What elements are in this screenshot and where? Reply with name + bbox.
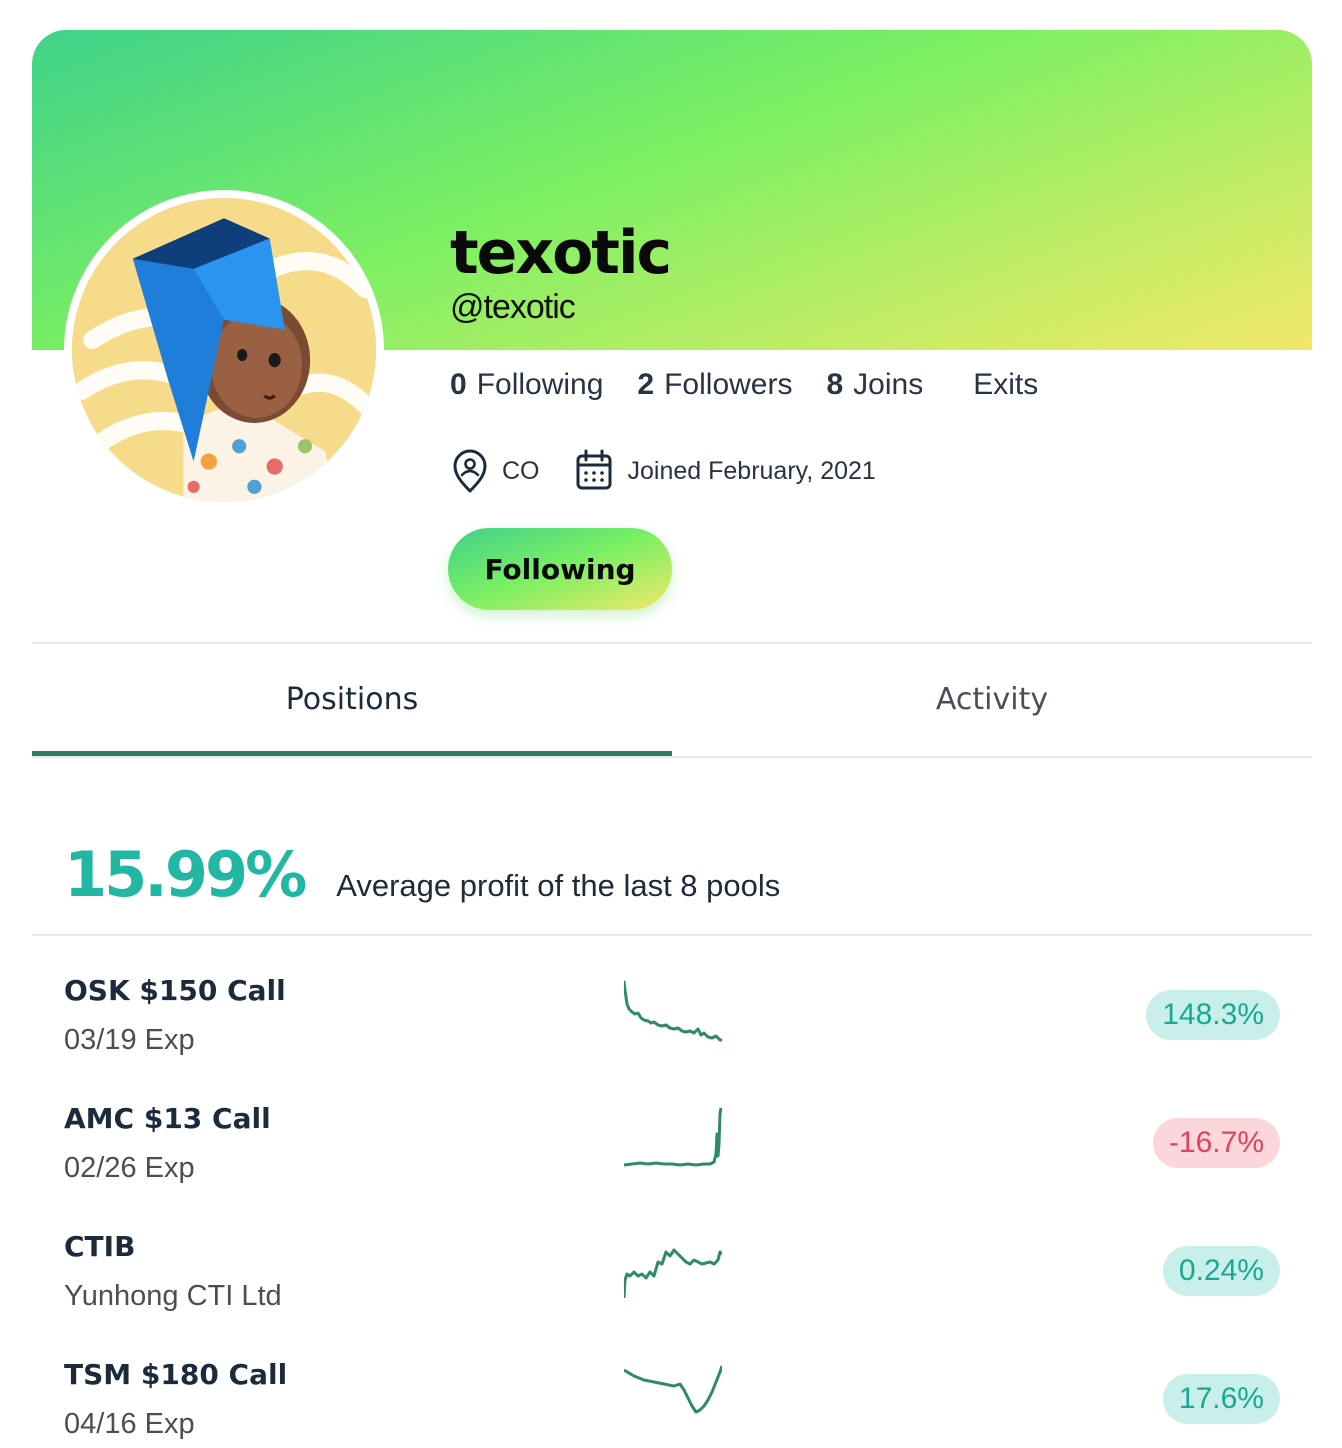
exits-count[interactable]: Exits <box>963 368 1038 402</box>
calendar-icon <box>574 448 614 494</box>
change-badge: -16.7% <box>1152 1118 1280 1168</box>
followers-count[interactable]: 2 Followers <box>637 368 792 402</box>
profile-meta: CO Joined February, 2021 <box>450 448 876 494</box>
position-subtitle: Yunhong CTI Ltd <box>64 1280 282 1312</box>
position-title: CTIB <box>64 1230 136 1263</box>
tab-positions[interactable]: Positions <box>32 644 672 756</box>
position-row[interactable]: CTIB Yunhong CTI Ltd 0.24% <box>32 1216 1312 1344</box>
position-subtitle: 02/26 Exp <box>64 1152 195 1184</box>
stat-label: Following <box>476 368 604 401</box>
average-profit-summary: 15.99% Average profit of the last 8 pool… <box>64 838 780 911</box>
avatar-image <box>72 198 376 502</box>
following-count[interactable]: 0 Following <box>450 368 603 402</box>
profile-tabs: Positions Activity <box>32 644 1312 756</box>
tabs-divider <box>32 756 1312 758</box>
stat-label: Followers <box>664 368 793 401</box>
summary-divider <box>32 934 1312 936</box>
change-badge: 0.24% <box>1162 1246 1280 1296</box>
user-handle: @texotic <box>450 288 576 326</box>
position-row[interactable]: TSM $180 Call 04/16 Exp 17.6% <box>32 1344 1312 1448</box>
average-profit-label: Average profit of the last 8 pools <box>336 868 781 903</box>
stat-number: 2 <box>637 368 655 401</box>
position-sparkline <box>624 1248 722 1299</box>
location-text: CO <box>502 456 540 485</box>
position-subtitle: 03/19 Exp <box>64 1024 195 1056</box>
position-sparkline <box>624 1365 722 1414</box>
position-title: OSK $150 Call <box>64 974 286 1007</box>
profile-stats: 0 Following 2 Followers 8 Joins Exits <box>450 368 1038 402</box>
stat-label: Exits <box>973 368 1039 401</box>
position-sparkline <box>624 980 722 1042</box>
position-title: AMC $13 Call <box>64 1102 271 1135</box>
change-badge: 148.3% <box>1146 990 1280 1040</box>
joined-date: Joined February, 2021 <box>627 456 876 485</box>
positions-list: OSK $150 Call 03/19 Exp 148.3% AMC $13 C… <box>32 960 1312 1448</box>
display-name: texotic <box>450 218 672 288</box>
position-row[interactable]: AMC $13 Call 02/26 Exp -16.7% <box>32 1088 1312 1216</box>
stat-label: Joins <box>853 368 924 401</box>
stat-number: 8 <box>826 368 844 401</box>
position-row[interactable]: OSK $150 Call 03/19 Exp 148.3% <box>32 960 1312 1088</box>
change-badge: 17.6% <box>1162 1374 1280 1424</box>
tab-activity[interactable]: Activity <box>672 644 1312 756</box>
following-button[interactable]: Following <box>448 528 672 610</box>
map-pin-user-icon <box>450 448 490 494</box>
avatar[interactable] <box>64 190 384 510</box>
position-subtitle: 04/16 Exp <box>64 1408 195 1440</box>
stat-number: 0 <box>450 368 467 401</box>
position-title: TSM $180 Call <box>64 1358 288 1391</box>
position-sparkline <box>624 1107 722 1167</box>
average-profit-value: 15.99% <box>64 838 307 911</box>
joins-count[interactable]: 8 Joins <box>826 368 923 402</box>
